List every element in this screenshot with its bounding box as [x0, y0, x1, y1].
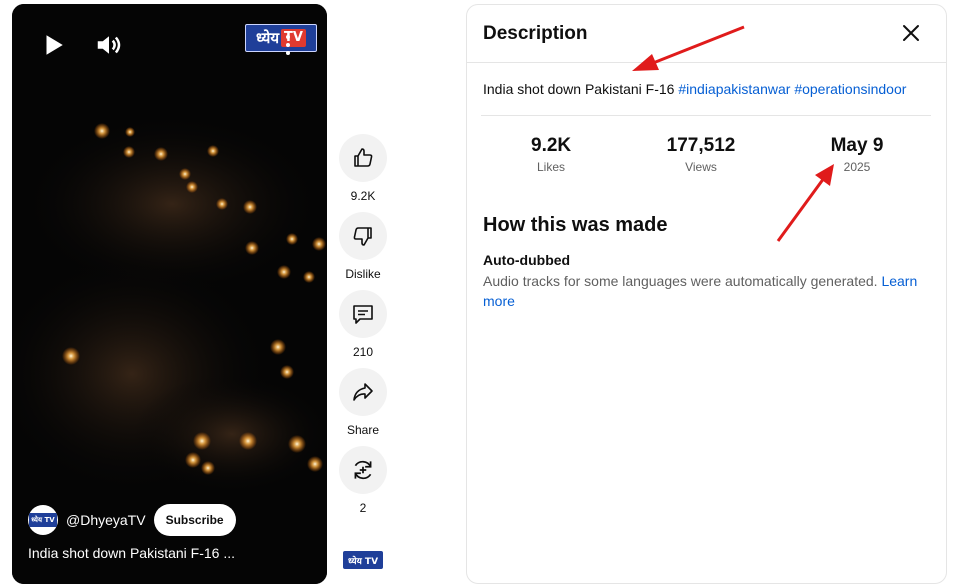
channel-avatar[interactable]: ध्येय TV: [28, 505, 58, 535]
how-made-heading: How this was made: [483, 214, 668, 236]
close-icon[interactable]: [899, 21, 923, 45]
video-player[interactable]: ध्येय TV ध्येय TV @DhyeyaTV Subscribe In…: [12, 4, 327, 584]
sound-source-thumbnail[interactable]: ध्येय TV: [343, 551, 383, 569]
stat-date-value: May 9: [830, 135, 884, 156]
volume-icon[interactable]: [94, 30, 124, 60]
more-options-icon[interactable]: [283, 32, 293, 58]
stat-likes-value: 9.2K: [531, 135, 572, 156]
share-button[interactable]: [339, 368, 387, 416]
share-action: Share: [339, 368, 387, 438]
dislike-button[interactable]: [339, 212, 387, 260]
hashtag-link[interactable]: #operationsindoor: [794, 81, 906, 97]
like-button[interactable]: [339, 134, 387, 182]
subscribe-button[interactable]: Subscribe: [153, 504, 236, 536]
remix-action: 2: [339, 446, 387, 516]
comments-button[interactable]: [339, 290, 387, 338]
panel-title: Description: [483, 23, 588, 44]
stat-views: 177,512 Views: [661, 135, 741, 174]
watermark-logo-text: ध्येय: [256, 29, 280, 47]
share-icon: [353, 383, 373, 401]
auto-dubbed-title: Auto-dubbed: [483, 252, 571, 268]
thumbs-down-icon: [353, 227, 372, 246]
dislike-action: Dislike: [339, 212, 387, 282]
remix-button[interactable]: [339, 446, 387, 494]
like-action: 9.2K: [339, 134, 387, 204]
channel-row: ध्येय TV @DhyeyaTV Subscribe: [28, 504, 236, 536]
comment-icon: [353, 305, 373, 324]
comments-action: 210: [339, 290, 387, 360]
video-title[interactable]: India shot down Pakistani F-16 ...: [28, 545, 248, 561]
auto-dubbed-body: Audio tracks for some languages were aut…: [483, 273, 882, 289]
stat-views-value: 177,512: [666, 135, 736, 156]
description-panel: Description India shot down Pakistani F-…: [466, 4, 947, 584]
description-body: India shot down Pakistani F-16: [483, 81, 679, 97]
auto-dubbed-text: Audio tracks for some languages were aut…: [483, 271, 923, 311]
remix-count: 2: [359, 501, 367, 515]
channel-watermark-logo: ध्येय TV: [245, 24, 317, 52]
stat-views-caption: Views: [685, 160, 717, 174]
hashtag-link[interactable]: #indiapakistanwar: [678, 81, 790, 97]
video-frame: [12, 4, 327, 584]
dislike-label: Dislike: [345, 267, 381, 281]
share-label: Share: [346, 423, 380, 437]
divider: [481, 115, 931, 116]
play-icon[interactable]: [40, 32, 66, 58]
stat-likes-caption: Likes: [536, 160, 565, 174]
stat-likes: 9.2K Likes: [531, 135, 571, 174]
remix-icon: [354, 460, 372, 480]
stat-date: May 9 2025: [827, 135, 887, 174]
comments-count: 210: [352, 345, 374, 359]
description-text: India shot down Pakistani F-16 #indiapak…: [483, 81, 906, 97]
thumbs-up-icon: [354, 148, 373, 167]
like-count: 9.2K: [350, 189, 376, 203]
stat-date-caption: 2025: [843, 160, 871, 174]
channel-handle[interactable]: @DhyeyaTV: [66, 512, 146, 528]
avatar-logo: ध्येय TV: [29, 513, 57, 527]
panel-header: Description: [467, 5, 946, 63]
